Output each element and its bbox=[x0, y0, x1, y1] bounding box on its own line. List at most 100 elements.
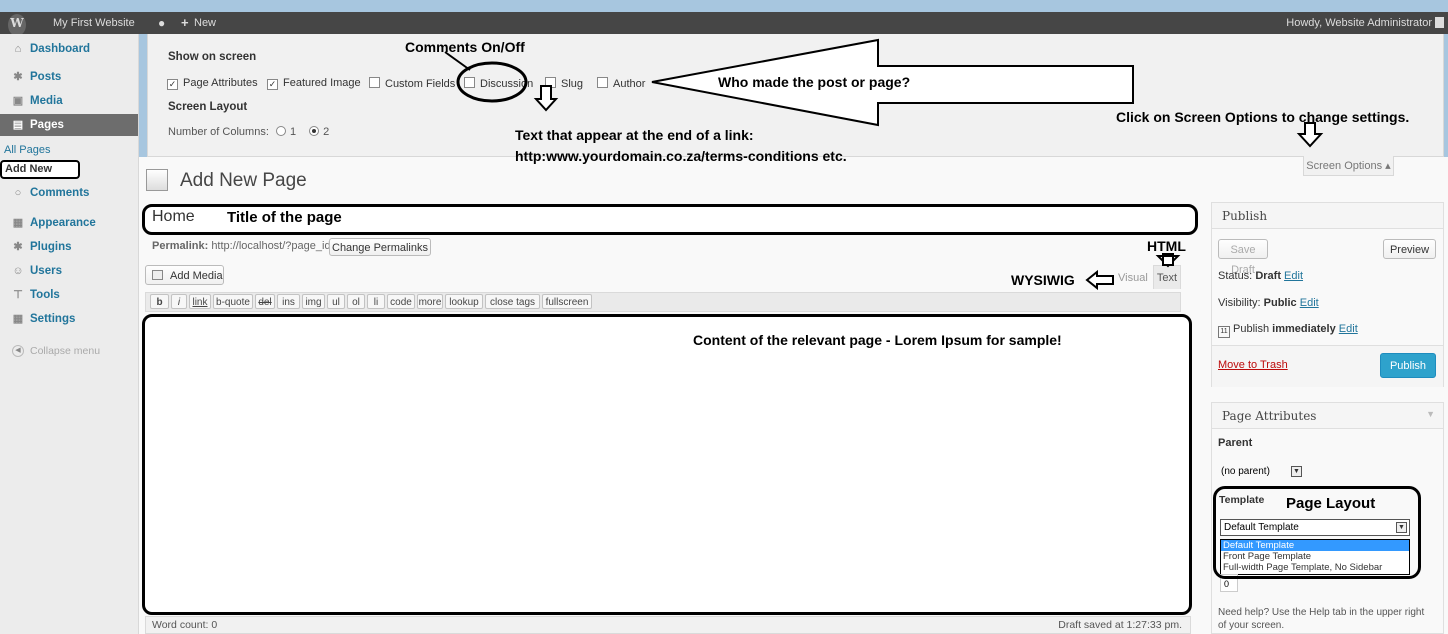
collapse-menu-button[interactable]: ◀ Collapse menu bbox=[0, 340, 138, 362]
custom-fields-checkbox[interactable]: Custom Fields bbox=[369, 77, 456, 90]
checkbox-box[interactable] bbox=[369, 77, 380, 88]
new-content-link[interactable]: New bbox=[194, 12, 216, 34]
quicktag-button[interactable]: more bbox=[417, 294, 443, 309]
slug-checkbox[interactable]: Slug bbox=[545, 77, 583, 90]
checkbox-label: Custom Fields bbox=[385, 78, 456, 90]
publish-label: Publish bbox=[1233, 323, 1270, 335]
quicktag-button[interactable]: del bbox=[255, 294, 275, 309]
avatar[interactable] bbox=[1435, 17, 1444, 28]
word-count: Word count: 0 bbox=[152, 619, 218, 631]
menu-label: Appearance bbox=[30, 217, 96, 229]
page-attributes-checkbox[interactable]: ✓ Page Attributes bbox=[167, 77, 258, 90]
content-editor[interactable] bbox=[142, 314, 1192, 615]
publish-box-title: Publish bbox=[1222, 209, 1268, 223]
menu-dashboard[interactable]: ⌂ Dashboard bbox=[0, 38, 138, 60]
add-media-label: Add Media bbox=[170, 270, 223, 282]
menu-label: Users bbox=[30, 265, 62, 277]
publish-value: immediately bbox=[1272, 323, 1336, 335]
page-attributes-title: Page Attributes bbox=[1222, 409, 1317, 423]
toggle-arrow-icon[interactable]: ▼ bbox=[1426, 409, 1435, 419]
move-to-trash-link[interactable]: Move to Trash bbox=[1218, 359, 1288, 371]
quicktags-toolbar bbox=[145, 292, 1181, 312]
pages-icon: ▤ bbox=[12, 119, 24, 131]
screen-options-panel: Show on screen Screen Layout Number of C… bbox=[147, 34, 1444, 157]
featured-image-checkbox[interactable]: ✓ Featured Image bbox=[267, 77, 361, 90]
menu-label: Comments bbox=[30, 187, 90, 199]
menu-label: Tools bbox=[30, 289, 60, 301]
checkbox-box[interactable]: ✓ bbox=[267, 79, 278, 90]
checkbox-box[interactable]: ✓ bbox=[167, 79, 178, 90]
checkbox-box[interactable] bbox=[464, 77, 475, 88]
submenu-add-new[interactable]: Add New bbox=[0, 160, 80, 179]
page-heading-icon bbox=[146, 169, 168, 191]
tab-text[interactable]: Text bbox=[1153, 265, 1181, 289]
menu-label: Pages bbox=[30, 119, 64, 131]
wordpress-logo-icon[interactable]: W bbox=[8, 14, 26, 36]
permalink-label: Permalink: bbox=[152, 240, 209, 252]
status-row: Status: Draft Edit bbox=[1218, 270, 1303, 282]
quicktag-button[interactable]: link bbox=[189, 294, 211, 309]
comment-bubble-icon[interactable]: ● bbox=[158, 12, 165, 34]
tab-visual[interactable]: Visual bbox=[1118, 268, 1148, 288]
annotation-title-of-page: Title of the page bbox=[227, 209, 342, 226]
menu-users[interactable]: ☺ Users bbox=[0, 260, 138, 282]
menu-appearance[interactable]: ▦ Appearance bbox=[0, 212, 138, 234]
permalink-url[interactable]: http://localhost/?page_id=4 bbox=[211, 240, 343, 252]
pin-icon: ✱ bbox=[13, 71, 23, 83]
menu-plugins[interactable]: ✱ Plugins bbox=[0, 236, 138, 258]
annotation-comments: Comments On/Off bbox=[405, 39, 525, 55]
discussion-checkbox[interactable]: Discussion bbox=[464, 77, 533, 90]
quicktag-button[interactable]: ins bbox=[277, 294, 300, 309]
quicktag-button[interactable]: b bbox=[150, 294, 169, 309]
quicktag-button[interactable]: b-quote bbox=[213, 294, 253, 309]
publish-button[interactable]: Publish bbox=[1380, 353, 1436, 378]
quicktag-button[interactable]: ol bbox=[347, 294, 365, 309]
quicktag-button[interactable]: i bbox=[171, 294, 187, 309]
quicktag-button[interactable]: close tags bbox=[485, 294, 540, 309]
howdy-user-link[interactable]: Howdy, Website Administrator bbox=[1286, 12, 1432, 34]
menu-settings[interactable]: ▦ Settings bbox=[0, 308, 138, 330]
menu-tools[interactable]: ⊤ Tools bbox=[0, 284, 138, 306]
screen-options-toggle[interactable]: Screen Options ▴ bbox=[1303, 156, 1394, 176]
add-media-button[interactable]: Add Media bbox=[145, 265, 224, 285]
columns-2-radio[interactable] bbox=[309, 126, 320, 136]
quicktag-button[interactable]: ul bbox=[327, 294, 345, 309]
columns-1-radio[interactable] bbox=[275, 126, 286, 136]
site-name-link[interactable]: My First Website bbox=[53, 12, 135, 34]
checkbox-box[interactable] bbox=[597, 77, 608, 88]
checkbox-label: Featured Image bbox=[283, 77, 361, 89]
change-permalinks-button[interactable]: Change Permalinks bbox=[329, 238, 431, 256]
menu-comments[interactable]: ○ Comments bbox=[0, 182, 138, 204]
preview-button[interactable]: Preview bbox=[1383, 239, 1436, 259]
columns-row: Number of Columns: 1 2 bbox=[168, 126, 329, 138]
menu-media[interactable]: ▣ Media bbox=[0, 90, 138, 112]
columns-2-label: 2 bbox=[323, 126, 330, 138]
quicktag-button[interactable]: code bbox=[387, 294, 415, 309]
annotation-html: HTML bbox=[1147, 238, 1186, 254]
checkbox-box[interactable] bbox=[545, 77, 556, 88]
plus-icon[interactable]: + bbox=[181, 12, 189, 34]
annotation-screen-options: Click on Screen Options to change settin… bbox=[1116, 109, 1410, 125]
submenu-all-pages[interactable]: All Pages bbox=[4, 144, 50, 156]
quicktag-button[interactable]: li bbox=[367, 294, 385, 309]
checkbox-label: Author bbox=[613, 78, 646, 90]
parent-dropdown-arrow-icon[interactable]: ▼ bbox=[1291, 466, 1302, 477]
title-input-value[interactable]: Home bbox=[152, 208, 195, 226]
menu-label: Collapse menu bbox=[30, 345, 101, 357]
edit-visibility-link[interactable]: Edit bbox=[1300, 297, 1319, 309]
quicktag-button[interactable]: lookup bbox=[445, 294, 483, 309]
help-text-line2: of your screen. bbox=[1218, 620, 1285, 631]
author-checkbox[interactable]: Author bbox=[597, 77, 646, 90]
quicktag-button[interactable]: fullscreen bbox=[542, 294, 592, 309]
admin-bar: W My First Website ● + New Howdy, Websit… bbox=[0, 12, 1448, 36]
order-value: 0 bbox=[1224, 579, 1230, 589]
edit-status-link[interactable]: Edit bbox=[1284, 270, 1303, 282]
save-draft-button[interactable]: Save Draft bbox=[1218, 239, 1268, 276]
menu-pages[interactable]: ▤ Pages bbox=[0, 114, 138, 136]
quicktag-button[interactable]: img bbox=[302, 294, 325, 309]
screen-layout-heading: Screen Layout bbox=[168, 101, 248, 113]
edit-date-link[interactable]: Edit bbox=[1339, 323, 1358, 335]
columns-1-label: 1 bbox=[289, 126, 297, 138]
menu-posts[interactable]: ✱ Posts bbox=[0, 66, 138, 88]
active-menu-arrow bbox=[130, 114, 138, 136]
